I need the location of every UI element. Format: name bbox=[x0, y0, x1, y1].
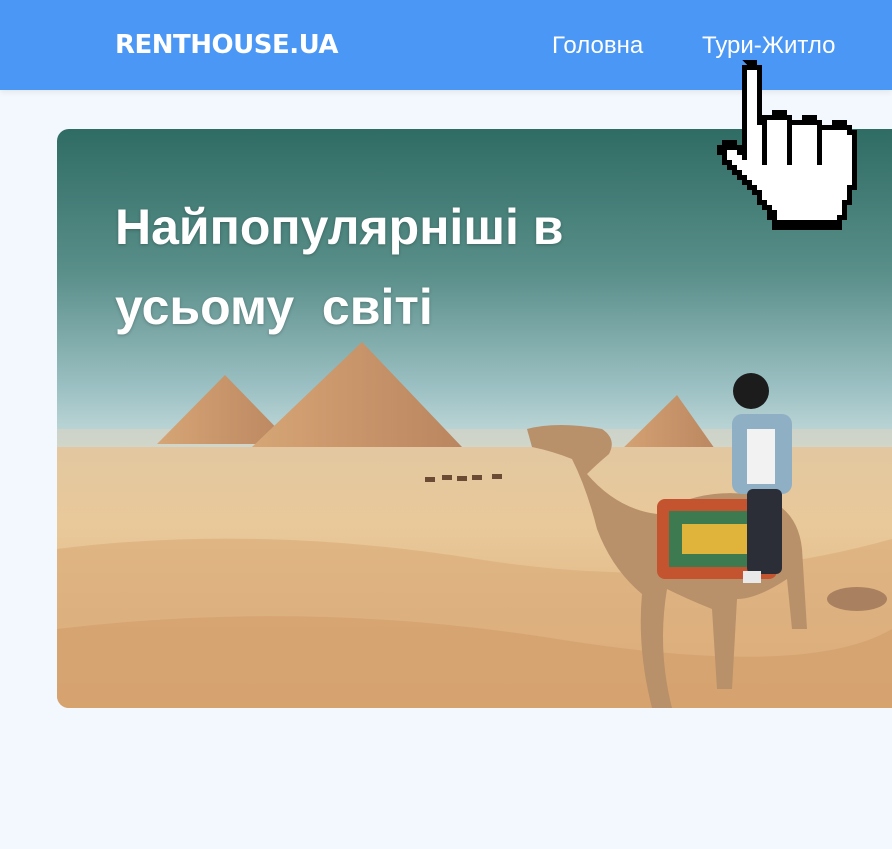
hero-title-line-1: Найпопулярніші в bbox=[115, 199, 564, 255]
site-logo[interactable]: RENTHOUSE.UA bbox=[115, 28, 339, 62]
hero-title-line-2: усьому світі bbox=[115, 279, 433, 335]
hand-pointer-icon bbox=[717, 60, 857, 230]
nav-link-home[interactable]: Головна bbox=[552, 31, 643, 61]
hero-title: Найпопулярніші в усьому світі bbox=[115, 187, 715, 347]
